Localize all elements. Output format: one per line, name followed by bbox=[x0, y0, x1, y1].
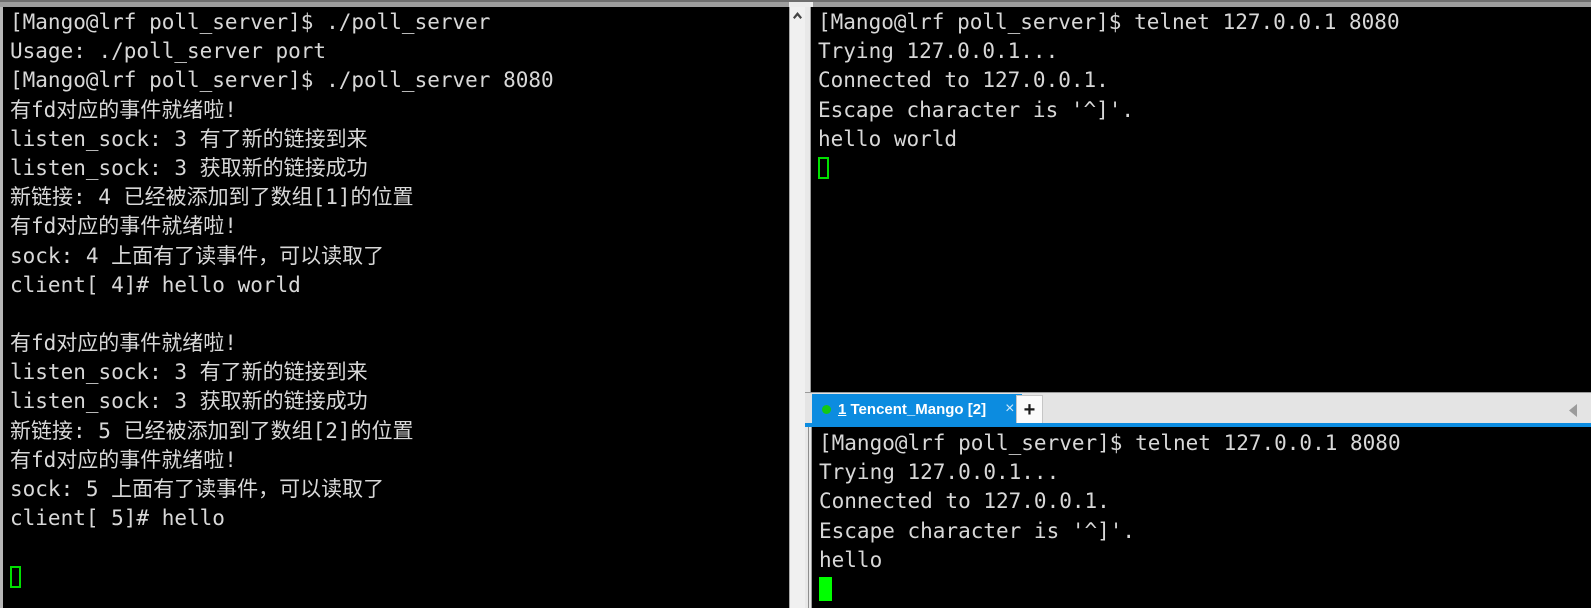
left-terminal-line: 有fd对应的事件就绪啦! bbox=[10, 214, 237, 239]
tab-bar[interactable]: 1 Tencent_Mango [2] × + bbox=[805, 392, 1591, 424]
left-terminal-cursor-line bbox=[10, 563, 789, 592]
right-bottom-terminal-line: hello bbox=[819, 547, 883, 572]
right-top-terminal-output[interactable]: [Mango@lrf poll_server]$ telnet 127.0.0.… bbox=[813, 8, 1591, 392]
right-top-pane-titlebar-strip bbox=[805, 0, 1591, 7]
text-cursor bbox=[819, 576, 832, 601]
right-top-pane-edge-border bbox=[805, 7, 811, 392]
new-tab-button[interactable]: + bbox=[1016, 395, 1043, 423]
left-terminal-line: Usage: ./poll_server port bbox=[10, 39, 327, 64]
right-bottom-terminal-cursor-line bbox=[819, 575, 1591, 604]
tab-status-dot-icon bbox=[822, 404, 831, 414]
tab-bar-left-gutter bbox=[805, 393, 812, 424]
right-bottom-pane-edge-border bbox=[805, 427, 812, 608]
tab-label: 1 Tencent_Mango [2] bbox=[838, 401, 986, 418]
left-terminal-line: 新链接: 5 已经被添加到了数组[2]的位置 bbox=[10, 418, 414, 443]
right-top-terminal-cursor-line bbox=[818, 154, 1591, 183]
chevron-up-icon[interactable] bbox=[790, 7, 805, 23]
left-terminal-line: listen_sock: 3 有了新的链接到来 bbox=[10, 360, 368, 385]
right-bottom-pane-seam bbox=[808, 427, 809, 608]
close-icon[interactable]: × bbox=[1005, 401, 1014, 417]
left-terminal-line: 有fd对应的事件就绪啦! bbox=[10, 331, 237, 356]
right-top-terminal-pane[interactable]: [Mango@lrf poll_server]$ telnet 127.0.0.… bbox=[805, 0, 1591, 392]
right-top-terminal-line: Escape character is '^]'. bbox=[818, 97, 1135, 122]
right-top-terminal-line: [Mango@lrf poll_server]$ telnet 127.0.0.… bbox=[818, 10, 1400, 34]
text-cursor bbox=[818, 156, 829, 179]
tab-tencent-mango[interactable]: 1 Tencent_Mango [2] × bbox=[812, 394, 1023, 424]
left-terminal-line: client[ 5]# hello bbox=[10, 506, 225, 531]
left-terminal-line: listen_sock: 3 获取新的链接成功 bbox=[10, 389, 368, 414]
right-bottom-terminal-pane[interactable]: [Mango@lrf poll_server]$ telnet 127.0.0.… bbox=[805, 427, 1591, 608]
right-top-terminal-line: Trying 127.0.0.1... bbox=[818, 39, 1059, 64]
terminal-multiplexer-window: [Mango@lrf poll_server]$ ./poll_server Us… bbox=[0, 0, 1591, 608]
left-pane-titlebar-strip bbox=[0, 0, 805, 7]
left-terminal-line: 有fd对应的事件就绪啦! bbox=[10, 97, 237, 122]
left-terminal-line: listen_sock: 3 获取新的链接成功 bbox=[10, 155, 368, 180]
left-terminal-scrollbar[interactable] bbox=[789, 7, 805, 608]
left-terminal-line: [Mango@lrf poll_server]$ ./poll_server bbox=[10, 10, 491, 34]
left-terminal-line: client[ 4]# hello world bbox=[10, 272, 301, 297]
left-pane-edge-border bbox=[0, 7, 3, 608]
left-terminal-output[interactable]: [Mango@lrf poll_server]$ ./poll_server Us… bbox=[5, 8, 789, 608]
left-terminal-line bbox=[10, 300, 789, 329]
left-terminal-line: sock: 4 上面有了读事件，可以读取了 bbox=[10, 243, 385, 268]
left-terminal-line: [Mango@lrf poll_server]$ ./poll_server 8… bbox=[10, 68, 554, 93]
right-top-terminal-line: Connected to 127.0.0.1. bbox=[818, 68, 1109, 93]
right-bottom-terminal-line: Escape character is '^]'. bbox=[819, 518, 1136, 543]
triangle-left-icon[interactable] bbox=[1567, 403, 1579, 417]
right-bottom-terminal-line: Connected to 127.0.0.1. bbox=[819, 489, 1110, 514]
left-terminal-line: 有fd对应的事件就绪啦! bbox=[10, 447, 237, 472]
left-terminal-line: sock: 5 上面有了读事件，可以读取了 bbox=[10, 477, 385, 501]
tab-title-text: Tencent_Mango [2] bbox=[846, 400, 987, 418]
text-cursor bbox=[10, 565, 21, 588]
right-bottom-terminal-output[interactable]: [Mango@lrf poll_server]$ telnet 127.0.0.… bbox=[814, 429, 1591, 608]
right-bottom-terminal-line: [Mango@lrf poll_server]$ telnet 127.0.0.… bbox=[819, 431, 1401, 455]
left-terminal-pane[interactable]: [Mango@lrf poll_server]$ ./poll_server Us… bbox=[0, 0, 805, 608]
left-terminal-line bbox=[10, 533, 789, 562]
right-bottom-terminal-line: Trying 127.0.0.1... bbox=[819, 460, 1060, 485]
left-terminal-line: listen_sock: 3 有了新的链接到来 bbox=[10, 126, 368, 151]
right-top-terminal-line: hello world bbox=[818, 126, 958, 151]
left-terminal-line: 新链接: 4 已经被添加到了数组[1]的位置 bbox=[10, 185, 414, 210]
